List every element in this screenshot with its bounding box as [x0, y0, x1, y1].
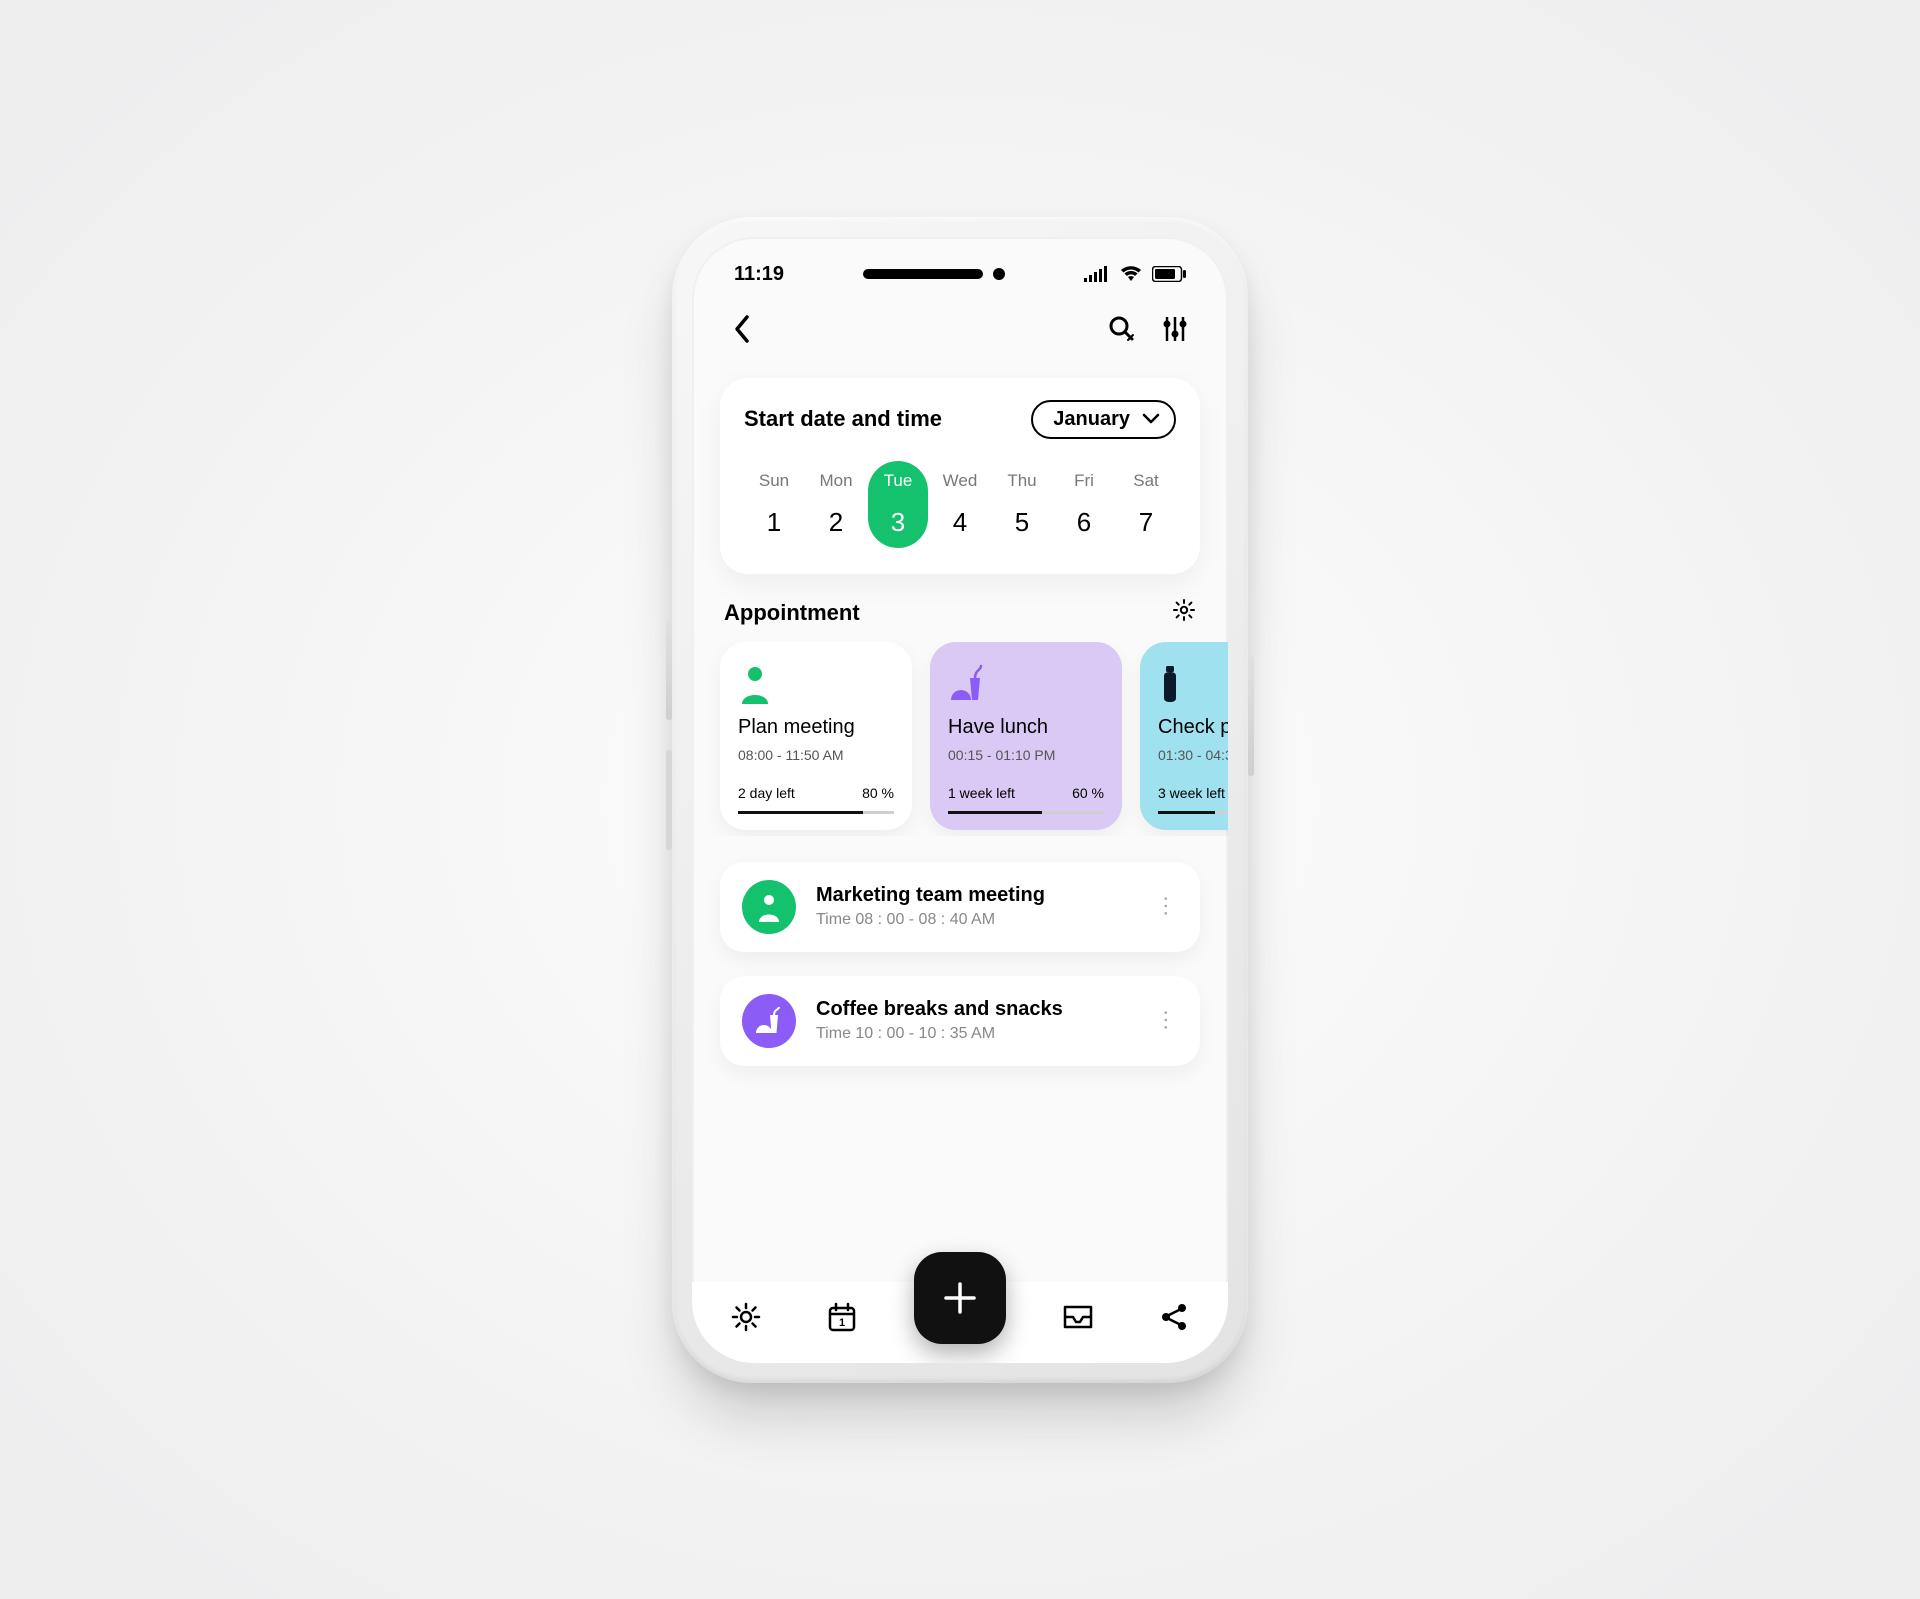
- list-item-title: Marketing team meeting: [816, 884, 1134, 907]
- day-sun[interactable]: Sun1: [744, 461, 804, 548]
- speaker-pill: [863, 269, 983, 279]
- list-item[interactable]: Marketing team meeting Time 08 : 00 - 08…: [720, 862, 1200, 952]
- list-item-time: Time 08 : 00 - 08 : 40 AM: [816, 911, 1134, 929]
- appointment-card-pct: 80 %: [862, 785, 894, 801]
- day-tue[interactable]: Tue3: [868, 461, 928, 548]
- person-icon: [738, 664, 894, 704]
- svg-text:1: 1: [839, 1317, 845, 1329]
- bottom-nav: 1: [692, 1282, 1228, 1363]
- back-button[interactable]: [732, 314, 752, 350]
- person-icon: [742, 880, 796, 934]
- wifi-icon: [1120, 266, 1142, 282]
- appointment-card-title: Plan meeting: [738, 716, 894, 739]
- appointment-card[interactable]: Plan meeting 08:00 - 11:50 AM 2 day left…: [720, 642, 912, 830]
- progress-bar: [738, 811, 894, 814]
- month-label: January: [1053, 408, 1130, 431]
- appointment-card-title: Check pr: [1158, 716, 1228, 739]
- list-item-title: Coffee breaks and snacks: [816, 998, 1134, 1021]
- day-thu[interactable]: Thu5: [992, 461, 1052, 548]
- day-fri[interactable]: Fri6: [1054, 461, 1114, 548]
- add-button[interactable]: [914, 1252, 1006, 1344]
- progress-bar: [948, 811, 1104, 814]
- appointment-header: Appointment: [692, 598, 1228, 642]
- gear-icon[interactable]: [1172, 598, 1196, 628]
- nav-share-icon[interactable]: [1150, 1302, 1198, 1337]
- appointment-card-title: Have lunch: [948, 716, 1104, 739]
- appointment-card-time: 08:00 - 11:50 AM: [738, 747, 894, 763]
- appointment-card[interactable]: Have lunch 00:15 - 01:10 PM 1 week left 6…: [930, 642, 1122, 830]
- day-mon[interactable]: Mon2: [806, 461, 866, 548]
- list-item-time: Time 10 : 00 - 10 : 35 AM: [816, 1025, 1134, 1043]
- chevron-down-icon: [1142, 413, 1160, 425]
- date-card-title: Start date and time: [744, 406, 942, 432]
- event-list: Marketing team meeting Time 08 : 00 - 08…: [692, 836, 1228, 1066]
- appointment-cards[interactable]: Plan meeting 08:00 - 11:50 AM 2 day left…: [692, 642, 1228, 836]
- appointment-card-left: 3 week left: [1158, 785, 1225, 801]
- food-icon: [742, 994, 796, 1048]
- appointment-card-pct: 60 %: [1072, 785, 1104, 801]
- days-row: Sun1 Mon2 Tue3 Wed4 Thu5 Fri6 Sat7: [744, 461, 1176, 548]
- nav-sun-icon[interactable]: [722, 1302, 770, 1337]
- day-wed[interactable]: Wed4: [930, 461, 990, 548]
- status-bar: 11:19: [692, 237, 1228, 296]
- progress-bar: [1158, 811, 1228, 814]
- appointment-card-left: 2 day left: [738, 785, 795, 801]
- food-icon: [948, 664, 1104, 704]
- more-icon[interactable]: ⋯: [1153, 895, 1179, 919]
- appointment-title: Appointment: [724, 600, 860, 626]
- screen: 11:19: [692, 237, 1228, 1363]
- filter-icon[interactable]: [1162, 315, 1188, 348]
- phone-frame: 11:19: [672, 217, 1248, 1383]
- nav-inbox-icon[interactable]: [1054, 1304, 1102, 1335]
- status-time: 11:19: [734, 263, 784, 286]
- battery-icon: [1152, 266, 1186, 282]
- nav-calendar-icon[interactable]: 1: [818, 1302, 866, 1337]
- top-bar: [692, 296, 1228, 360]
- status-icons: [1084, 266, 1186, 282]
- month-selector[interactable]: January: [1031, 400, 1176, 439]
- notch: [863, 268, 1005, 280]
- signal-icon: [1084, 266, 1110, 282]
- bottle-icon: [1158, 664, 1228, 704]
- camera-dot: [993, 268, 1005, 280]
- appointment-card-left: 1 week left: [948, 785, 1015, 801]
- list-item[interactable]: Coffee breaks and snacks Time 10 : 00 - …: [720, 976, 1200, 1066]
- appointment-card-time: 01:30 - 04:30: [1158, 747, 1228, 763]
- appointment-card[interactable]: Check pr 01:30 - 04:30 3 week left: [1140, 642, 1228, 830]
- appointment-card-time: 00:15 - 01:10 PM: [948, 747, 1104, 763]
- date-card: Start date and time January Sun1 Mon2 Tu…: [720, 378, 1200, 574]
- search-icon[interactable]: [1108, 315, 1136, 348]
- day-sat[interactable]: Sat7: [1116, 461, 1176, 548]
- more-icon[interactable]: ⋯: [1153, 1009, 1179, 1033]
